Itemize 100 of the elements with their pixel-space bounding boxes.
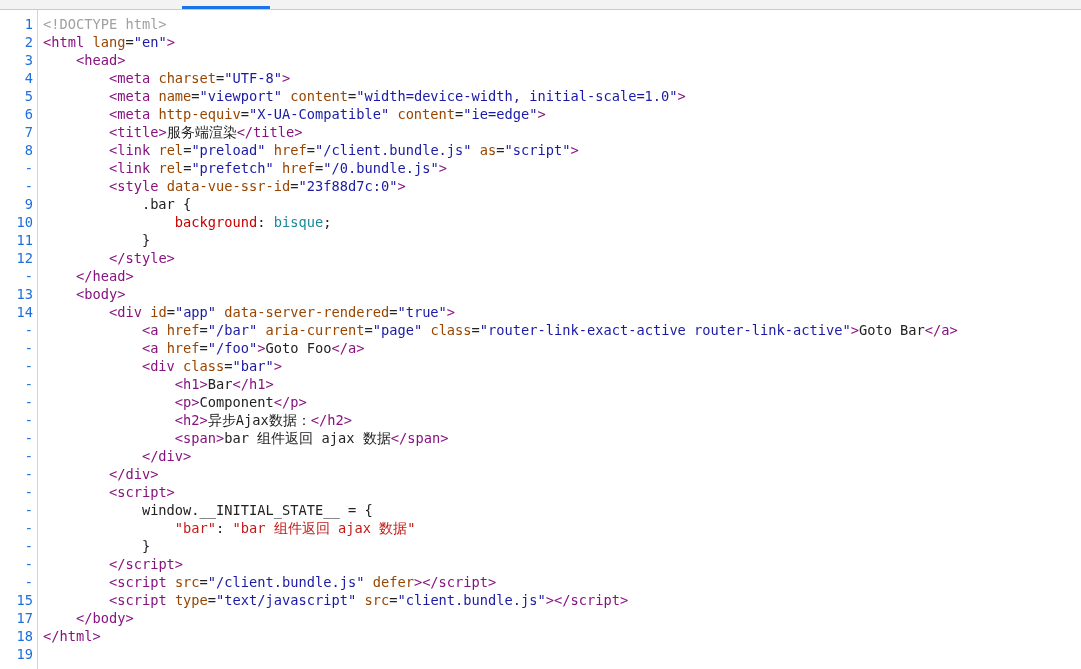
tag-text: <meta bbox=[108, 88, 151, 104]
punctuation-text: = bbox=[389, 304, 398, 320]
attribute-name: data-server-rendered bbox=[224, 304, 390, 320]
tag-text: <style bbox=[108, 178, 159, 194]
line-number: 15 bbox=[15, 591, 33, 609]
line-number: 13 bbox=[15, 285, 33, 303]
doctype-text: <!DOCTYPE html> bbox=[43, 16, 167, 32]
code-text: Goto Foo bbox=[265, 340, 332, 356]
tag-text: </style> bbox=[108, 250, 175, 266]
tag-text: <meta bbox=[108, 106, 151, 122]
attribute-name: lang bbox=[92, 34, 126, 50]
line-number: 6 bbox=[23, 105, 33, 123]
line-number: 10 bbox=[15, 213, 33, 231]
punctuation-text: = bbox=[224, 358, 233, 374]
attribute-value: "client.bundle.js" bbox=[397, 592, 546, 608]
attribute-value: "viewport" bbox=[199, 88, 282, 104]
attribute-value: "/client.bundle.js" bbox=[207, 574, 365, 590]
line-number: - bbox=[23, 339, 33, 357]
punctuation-text: = bbox=[364, 322, 373, 338]
punctuation-text: = bbox=[240, 106, 250, 122]
attribute-name: aria-current bbox=[265, 322, 365, 338]
tag-text: </div> bbox=[141, 448, 192, 464]
code-text: bar 组件返回 ajax 数据 bbox=[224, 430, 391, 446]
tag-text: <div bbox=[108, 304, 142, 320]
punctuation-text: : bbox=[216, 520, 226, 536]
attribute-value: "ie=edge" bbox=[463, 106, 538, 122]
punctuation-text: = bbox=[306, 142, 315, 158]
punctuation-text: : bbox=[257, 214, 267, 230]
attribute-name: src bbox=[364, 592, 390, 608]
punctuation-text: = bbox=[166, 304, 175, 320]
attribute-name: href bbox=[282, 160, 315, 176]
tag-text: > bbox=[273, 358, 282, 374]
line-number: - bbox=[23, 357, 33, 375]
attribute-value: "23f88d7c:0" bbox=[298, 178, 398, 194]
punctuation-text: = bbox=[199, 574, 208, 590]
line-number: - bbox=[23, 519, 33, 537]
tag-text: ></script> bbox=[413, 574, 497, 590]
attribute-value: "en" bbox=[133, 34, 167, 50]
line-number: 19 bbox=[15, 645, 33, 663]
line-number: 14 bbox=[15, 303, 33, 321]
punctuation-text: = bbox=[207, 592, 217, 608]
code-text: .bar { bbox=[141, 196, 192, 212]
attribute-name: rel bbox=[158, 142, 184, 158]
tag-text: <body> bbox=[75, 286, 126, 302]
css-property: background bbox=[174, 214, 258, 230]
line-number: - bbox=[23, 555, 33, 573]
tag-text: </span> bbox=[390, 430, 449, 446]
tag-text: </p> bbox=[273, 394, 307, 410]
line-number: - bbox=[23, 429, 33, 447]
punctuation-text: = { bbox=[347, 502, 373, 518]
line-number: 5 bbox=[23, 87, 33, 105]
code-text: Bar bbox=[207, 376, 233, 392]
attribute-name: class bbox=[430, 322, 472, 338]
tag-text: </h2> bbox=[310, 412, 352, 428]
tag-text: > bbox=[537, 106, 546, 122]
tag-text: <a bbox=[141, 322, 159, 338]
attribute-name: href bbox=[166, 340, 200, 356]
tag-text: > bbox=[570, 142, 579, 158]
tag-text: </a> bbox=[924, 322, 958, 338]
punctuation-text: = bbox=[496, 142, 505, 158]
code-text: Component bbox=[199, 394, 274, 410]
line-number: - bbox=[23, 375, 33, 393]
tag-text: > bbox=[257, 340, 266, 356]
tag-text: <div bbox=[141, 358, 175, 374]
tag-text: </div> bbox=[108, 466, 159, 482]
punctuation-text: = bbox=[199, 340, 208, 356]
line-number: 17 bbox=[15, 609, 33, 627]
tag-text: <link bbox=[108, 160, 151, 176]
attribute-name: data-vue-ssr-id bbox=[166, 178, 291, 194]
tag-text: > bbox=[438, 160, 447, 176]
attribute-name: src bbox=[174, 574, 200, 590]
attribute-value: "/client.bundle.js" bbox=[315, 142, 472, 158]
code-text: 异步Ajax数据： bbox=[207, 412, 311, 428]
tag-text: <title> bbox=[108, 124, 167, 140]
tag-text: <script bbox=[108, 574, 167, 590]
tag-text: > bbox=[397, 178, 406, 194]
punctuation-text: = bbox=[315, 160, 324, 176]
punctuation-text: = bbox=[389, 592, 398, 608]
tag-text: > bbox=[446, 304, 456, 320]
attribute-value: "text/javascript" bbox=[216, 592, 357, 608]
attribute-name: charset bbox=[158, 70, 217, 86]
attribute-name: defer bbox=[372, 574, 414, 590]
line-number: - bbox=[23, 465, 33, 483]
punctuation-text: = bbox=[183, 160, 192, 176]
tag-text: <link bbox=[108, 142, 151, 158]
line-number: - bbox=[23, 447, 33, 465]
css-value: bisque bbox=[273, 214, 324, 230]
line-number: 9 bbox=[23, 195, 33, 213]
line-number: - bbox=[23, 537, 33, 555]
punctuation-text: = bbox=[199, 322, 208, 338]
tag-text: </h1> bbox=[232, 376, 274, 392]
line-number: 4 bbox=[23, 69, 33, 87]
tag-text: </body> bbox=[75, 610, 134, 626]
attribute-value: "page" bbox=[372, 322, 423, 338]
tag-text: </script> bbox=[108, 556, 184, 572]
line-number: - bbox=[23, 411, 33, 429]
attribute-name: as bbox=[479, 142, 497, 158]
tag-text: <a bbox=[141, 340, 159, 356]
line-number: 8 bbox=[23, 141, 33, 159]
punctuation-text: = bbox=[455, 106, 464, 122]
